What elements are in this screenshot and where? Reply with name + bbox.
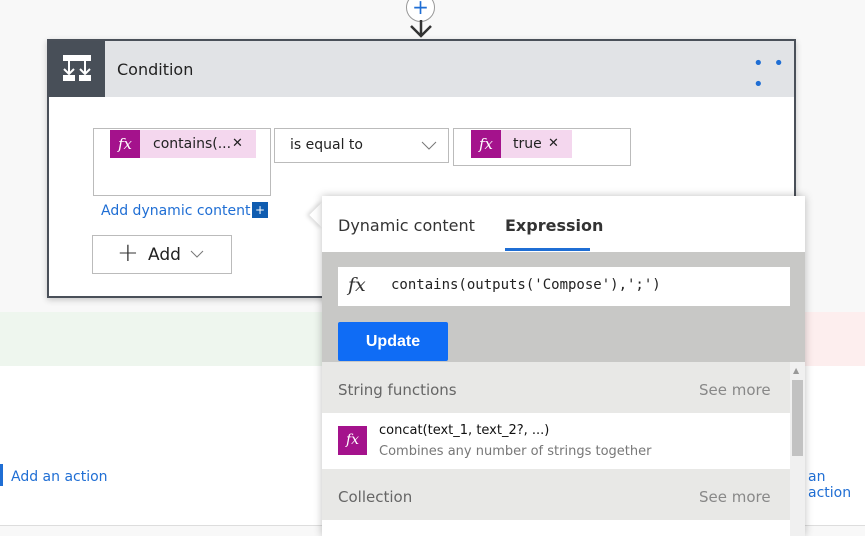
add-action-icon bbox=[0, 464, 3, 486]
add-dynamic-plus-icon[interactable]: + bbox=[252, 202, 268, 218]
operator-value: is equal to bbox=[290, 137, 363, 153]
dynamic-content-popup: Dynamic content Expression fx contains(o… bbox=[322, 196, 805, 536]
condition-icon bbox=[49, 41, 105, 97]
expression-token[interactable]: fx contains(... ✕ bbox=[110, 130, 256, 158]
see-more-link[interactable]: See more bbox=[699, 381, 771, 399]
scrollbar[interactable]: ▲ bbox=[790, 362, 805, 536]
section-title: String functions bbox=[338, 381, 457, 399]
tab-dynamic-content[interactable]: Dynamic content bbox=[338, 216, 475, 235]
add-dynamic-content-link[interactable]: Add dynamic content bbox=[101, 203, 250, 219]
add-action-right[interactable]: an action bbox=[808, 469, 865, 501]
token-label: true bbox=[513, 136, 542, 152]
function-name: concat(text_1, text_2?, ...) bbox=[379, 423, 550, 438]
update-button[interactable]: Update bbox=[338, 322, 448, 361]
card-header[interactable]: Condition • • • bbox=[49, 41, 794, 97]
section-string-functions: String functions See more bbox=[322, 362, 790, 413]
section-title: Collection bbox=[338, 488, 413, 506]
insert-step-button[interactable]: + bbox=[406, 0, 435, 22]
left-operand-field[interactable]: fx contains(... ✕ bbox=[93, 128, 271, 196]
arrow-down-icon bbox=[410, 20, 432, 38]
chevron-down-icon bbox=[190, 250, 204, 258]
expression-area: fx contains(outputs('Compose'),';') Upda… bbox=[322, 252, 805, 362]
expression-value: contains(outputs('Compose'),';') bbox=[391, 277, 661, 293]
section-collection: Collection See more bbox=[322, 469, 790, 520]
function-description: Combines any number of strings together bbox=[379, 444, 652, 459]
expression-token[interactable]: fx true ✕ bbox=[471, 130, 572, 158]
fx-icon: fx bbox=[348, 274, 366, 296]
more-options-icon[interactable]: • • • bbox=[753, 53, 794, 95]
remove-token-icon[interactable]: ✕ bbox=[548, 130, 559, 158]
right-operand-field[interactable]: fx true ✕ bbox=[453, 128, 631, 166]
add-button[interactable]: + Add bbox=[92, 235, 232, 274]
tab-expression[interactable]: Expression bbox=[505, 216, 603, 235]
add-label: Add bbox=[148, 245, 181, 265]
card-title: Condition bbox=[117, 60, 194, 79]
scroll-up-icon: ▲ bbox=[793, 366, 800, 375]
chevron-down-icon bbox=[421, 141, 437, 150]
expression-input[interactable]: fx contains(outputs('Compose'),';') bbox=[338, 267, 790, 306]
add-action-left[interactable]: Add an action bbox=[11, 469, 108, 485]
operator-select[interactable]: is equal to bbox=[274, 128, 449, 163]
fx-icon: fx bbox=[471, 130, 501, 158]
active-tab-indicator bbox=[505, 248, 590, 251]
see-more-link[interactable]: See more bbox=[699, 488, 771, 506]
function-item-concat[interactable]: fx concat(text_1, text_2?, ...) Combines… bbox=[322, 413, 790, 469]
fx-icon: fx bbox=[338, 426, 367, 455]
token-label: contains(... bbox=[153, 136, 232, 152]
scrollbar-thumb[interactable] bbox=[792, 380, 803, 456]
fx-icon: fx bbox=[110, 130, 140, 158]
plus-icon: + bbox=[117, 238, 139, 268]
remove-token-icon[interactable]: ✕ bbox=[232, 130, 243, 158]
